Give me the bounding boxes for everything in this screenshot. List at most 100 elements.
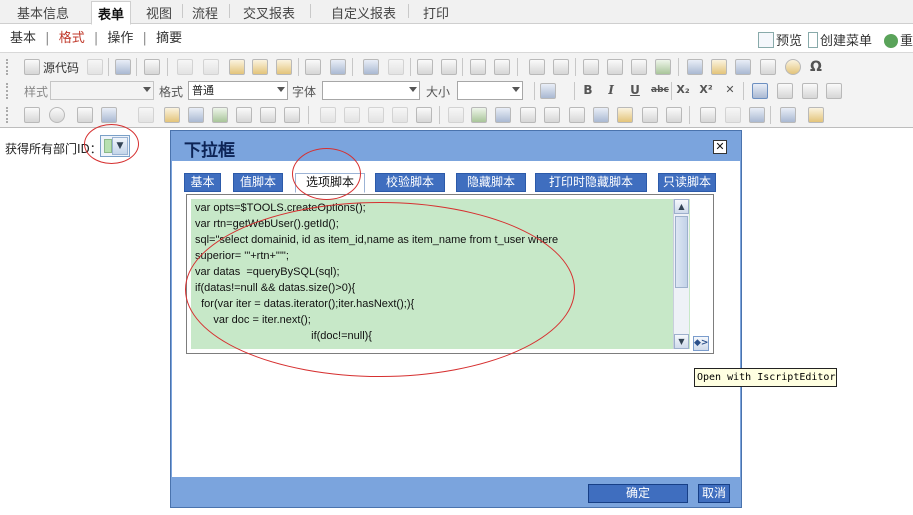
unlink-icon[interactable]: [725, 107, 741, 123]
report-icon[interactable]: [617, 107, 633, 123]
view-field-icon[interactable]: [344, 107, 360, 123]
align-right-icon[interactable]: [802, 83, 818, 99]
outdent-icon[interactable]: [583, 59, 599, 75]
size-select[interactable]: [457, 81, 523, 100]
chart-icon[interactable]: [471, 107, 487, 123]
new-page-icon[interactable]: [87, 59, 103, 75]
select-field-icon[interactable]: [138, 107, 154, 123]
ok-button[interactable]: 确定: [588, 484, 688, 503]
replace-icon[interactable]: [441, 59, 457, 75]
print-icon[interactable]: [305, 59, 321, 75]
align-justify-icon[interactable]: [826, 83, 842, 99]
close-icon[interactable]: ✕: [713, 140, 727, 154]
table-icon[interactable]: [735, 59, 751, 75]
checkbox-field-icon[interactable]: [24, 107, 40, 123]
bold-button[interactable]: B: [580, 83, 596, 97]
include-field-icon[interactable]: [368, 107, 384, 123]
bullet-list-icon[interactable]: [553, 59, 569, 75]
preview-link[interactable]: 预览: [758, 30, 802, 49]
redo-icon[interactable]: [388, 59, 404, 75]
create-menu-link[interactable]: 创建菜单: [808, 30, 872, 49]
image-icon[interactable]: [687, 59, 703, 75]
find-page-icon[interactable]: [540, 83, 556, 99]
paste-word-icon[interactable]: [276, 59, 292, 75]
user-field-icon[interactable]: [236, 107, 252, 123]
tab-field-icon[interactable]: [392, 107, 408, 123]
align-center-icon[interactable]: [777, 83, 793, 99]
superscript-button[interactable]: X²: [698, 83, 714, 96]
vertical-scrollbar[interactable]: ▲ ▼: [673, 199, 689, 349]
copy-icon[interactable]: [203, 59, 219, 75]
tab-hidden-script[interactable]: 隐藏脚本: [456, 173, 526, 192]
calendar-icon[interactable]: [569, 107, 585, 123]
link-icon[interactable]: [700, 107, 716, 123]
tab-print-hidden-script[interactable]: 打印时隐藏脚本: [535, 173, 647, 192]
tab-print[interactable]: 打印: [423, 3, 449, 22]
tree-field-icon[interactable]: [260, 107, 276, 123]
indent-icon[interactable]: [607, 59, 623, 75]
style-select[interactable]: [50, 81, 154, 100]
special-char-icon[interactable]: Ω: [808, 59, 824, 75]
tab-validation-script[interactable]: 校验脚本: [375, 173, 445, 192]
text-color-icon[interactable]: [780, 107, 796, 123]
upload-field-icon[interactable]: [284, 107, 300, 123]
grid-field-icon[interactable]: [495, 107, 511, 123]
radio-field-icon[interactable]: [49, 107, 65, 123]
suggest-field-icon[interactable]: [416, 107, 432, 123]
align-left-icon[interactable]: [752, 83, 768, 99]
smiley-icon[interactable]: [785, 59, 801, 75]
horizontal-rule-icon[interactable]: [760, 59, 776, 75]
flash-icon[interactable]: [711, 59, 727, 75]
open-editor-icon[interactable]: ◆>: [693, 336, 709, 351]
subnav-format[interactable]: 格式: [59, 31, 85, 46]
tab-form[interactable]: 表单: [91, 1, 132, 25]
tab-value-script[interactable]: 值脚本: [233, 173, 283, 192]
tab-basic[interactable]: 基本: [184, 173, 221, 192]
tab-cross-report[interactable]: 交叉报表: [243, 3, 295, 22]
numbered-list-icon[interactable]: [529, 59, 545, 75]
date-field-icon[interactable]: [164, 107, 180, 123]
cancel-button[interactable]: 取消: [698, 484, 730, 503]
tab-readonly-script[interactable]: 只读脚本: [658, 173, 716, 192]
print-preview-icon[interactable]: [115, 59, 131, 75]
house-icon[interactable]: [212, 107, 228, 123]
select-all-icon[interactable]: [470, 59, 486, 75]
remove-format-icon[interactable]: [494, 59, 510, 75]
paste-text-icon[interactable]: [252, 59, 268, 75]
textarea-field-icon[interactable]: [101, 107, 117, 123]
blockquote-icon[interactable]: [631, 59, 647, 75]
scrollbar-thumb[interactable]: [675, 216, 688, 288]
underline-button[interactable]: U: [627, 83, 643, 97]
format-select[interactable]: 普通: [188, 81, 288, 100]
cut-icon[interactable]: [177, 59, 193, 75]
window-icon[interactable]: [593, 107, 609, 123]
background-color-icon[interactable]: [808, 107, 824, 123]
paste-icon[interactable]: [229, 59, 245, 75]
tab-view[interactable]: 视图: [146, 3, 172, 22]
template-icon[interactable]: [144, 59, 160, 75]
undo-icon[interactable]: [363, 59, 379, 75]
tab-workflow[interactable]: 流程: [192, 3, 218, 22]
scroll-up-icon[interactable]: ▲: [674, 199, 689, 214]
anchor-icon[interactable]: [749, 107, 765, 123]
pen-icon[interactable]: [448, 107, 464, 123]
subscript-button[interactable]: X₂: [675, 83, 691, 96]
table-grid-icon[interactable]: [544, 107, 560, 123]
list-icon[interactable]: [642, 107, 658, 123]
spellcheck-icon[interactable]: [330, 59, 346, 75]
tab-basic-info[interactable]: 基本信息: [17, 3, 69, 22]
tab-custom-report[interactable]: 自定义报表: [331, 3, 396, 22]
clear-icon[interactable]: ✕: [722, 83, 738, 96]
image-upload-icon[interactable]: [520, 107, 536, 123]
department-field-icon[interactable]: [188, 107, 204, 123]
source-code-button[interactable]: 源代码: [43, 59, 79, 76]
source-code-icon[interactable]: [24, 59, 40, 75]
reset-link[interactable]: 重: [884, 30, 913, 49]
strikethrough-button[interactable]: abc: [651, 85, 669, 95]
mail-icon[interactable]: [666, 107, 682, 123]
subnav-summary[interactable]: 摘要: [156, 31, 182, 46]
find-icon[interactable]: [417, 59, 433, 75]
subnav-basic[interactable]: 基本: [10, 31, 36, 46]
div-container-icon[interactable]: [655, 59, 671, 75]
subnav-operation[interactable]: 操作: [107, 31, 133, 46]
